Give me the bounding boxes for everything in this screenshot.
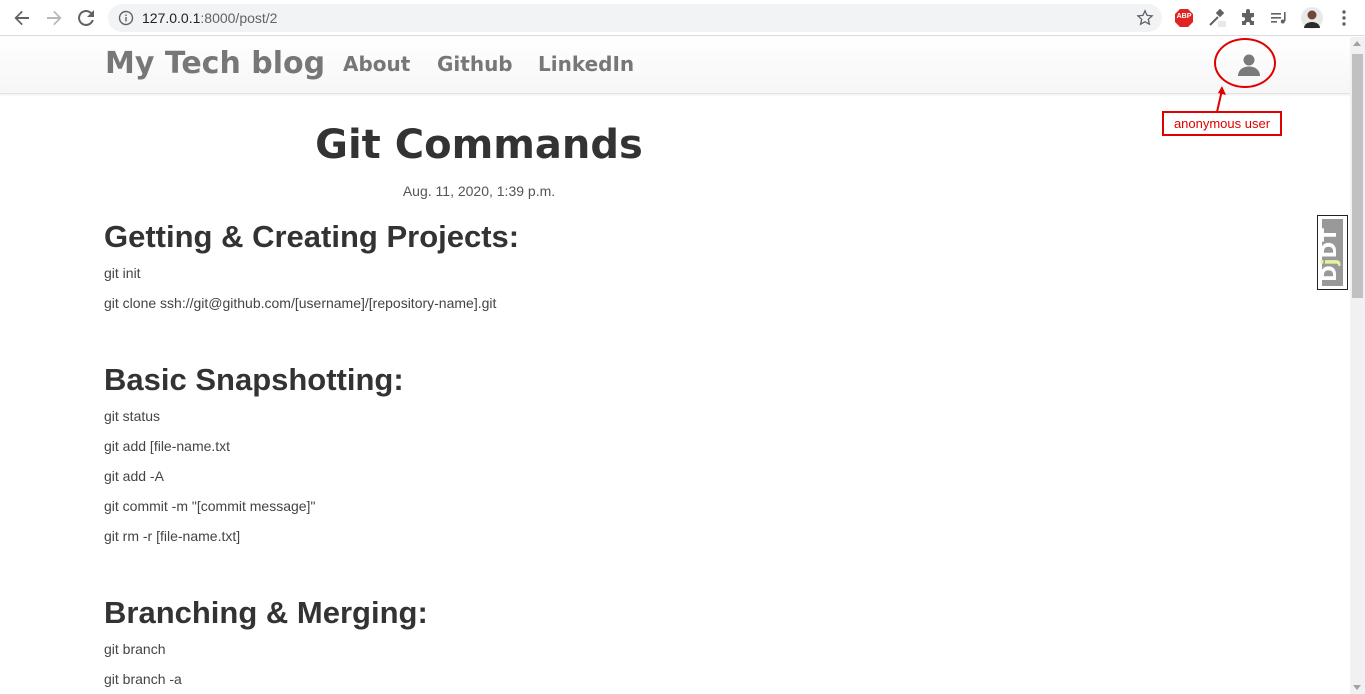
- url-host: 127.0.0.1: [142, 10, 201, 26]
- site-brand-link[interactable]: My Tech blog: [105, 46, 325, 81]
- adblock-extension-icon[interactable]: ABP: [1174, 8, 1194, 28]
- profile-avatar[interactable]: [1301, 7, 1323, 29]
- browser-toolbar: 127.0.0.1:8000/post/2 ABP: [0, 0, 1365, 36]
- command-line: git rm -r [file-name.txt]: [104, 528, 241, 544]
- command-line: git add -A: [104, 468, 164, 484]
- django-debug-toolbar-handle[interactable]: DjDT: [1317, 215, 1348, 290]
- command-line: git add [file-name.txt: [104, 438, 231, 454]
- chrome-menu-icon[interactable]: [1334, 8, 1354, 28]
- address-bar[interactable]: 127.0.0.1:8000/post/2: [108, 4, 1162, 32]
- nav-link-linkedin[interactable]: LinkedIn: [538, 52, 634, 76]
- url-text: 127.0.0.1:8000/post/2: [142, 10, 277, 26]
- adblock-label: ABP: [1176, 13, 1192, 20]
- back-arrow-icon[interactable]: [11, 7, 33, 29]
- page-scrollbar[interactable]: [1350, 37, 1365, 694]
- command-line: git branch -a: [104, 671, 182, 687]
- url-path: :8000/post/2: [200, 10, 278, 26]
- annotation-arrow-icon: [1216, 86, 1226, 113]
- scroll-down-arrow-icon[interactable]: [1353, 685, 1361, 690]
- reload-icon[interactable]: [75, 7, 97, 29]
- eyedropper-extension-icon[interactable]: [1207, 8, 1227, 28]
- command-line: git commit -m "[commit message]": [104, 498, 316, 514]
- forward-arrow-icon[interactable]: [43, 7, 65, 29]
- media-queue-icon[interactable]: [1269, 8, 1289, 28]
- bookmark-star-icon[interactable]: [1136, 9, 1154, 27]
- command-line: git status: [104, 408, 161, 424]
- command-line: git clone ssh://git@github.com/[username…: [104, 295, 497, 311]
- nav-link-github[interactable]: Github: [437, 52, 513, 76]
- annotation-circle: [1214, 38, 1276, 88]
- djdt-j: j: [1316, 258, 1341, 266]
- extensions-puzzle-icon[interactable]: [1238, 8, 1258, 28]
- site-info-icon[interactable]: [118, 10, 134, 26]
- section-heading: Basic Snapshotting:: [104, 362, 404, 397]
- post-title: Git Commands: [315, 122, 643, 168]
- djdt-label: DjDT: [1317, 228, 1341, 282]
- djdt-dt: DT: [1316, 228, 1341, 259]
- command-line: git init: [104, 265, 141, 281]
- scrollbar-thumb[interactable]: [1352, 54, 1363, 298]
- djdt-tab: DjDT: [1317, 219, 1343, 286]
- annotation-label: anonymous user: [1162, 111, 1282, 136]
- section-heading: Branching & Merging:: [104, 595, 428, 630]
- site-navbar: My Tech blog About Github LinkedIn: [0, 37, 1350, 94]
- djdt-d: D: [1316, 265, 1341, 282]
- command-line: git branch: [104, 641, 166, 657]
- section-heading: Getting & Creating Projects:: [104, 219, 520, 254]
- nav-link-about[interactable]: About: [343, 52, 410, 76]
- post-date: Aug. 11, 2020, 1:39 p.m.: [402, 183, 556, 199]
- scroll-up-arrow-icon[interactable]: [1353, 41, 1361, 46]
